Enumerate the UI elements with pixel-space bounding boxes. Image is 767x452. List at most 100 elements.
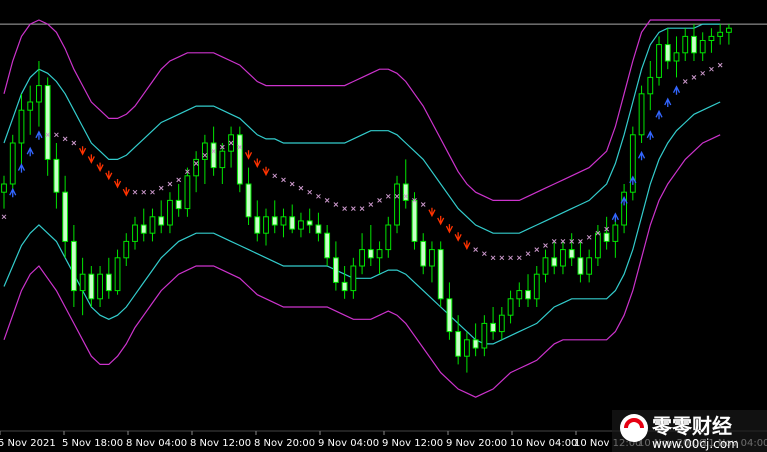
- candle-body: [717, 31, 724, 37]
- candle-body: [27, 101, 34, 111]
- trend-up-arrow-icon: [664, 97, 672, 107]
- candle-body: [350, 265, 357, 292]
- x-tick-label: 8 Nov 20:00: [254, 438, 315, 449]
- x-tick-label: 8 Nov 12:00: [190, 438, 251, 449]
- midline-marker: [420, 202, 426, 207]
- candle-body: [44, 85, 51, 160]
- candle-body: [411, 199, 418, 242]
- candle-body: [376, 249, 383, 259]
- midline-marker: [525, 251, 531, 257]
- candle-body: [725, 27, 732, 33]
- midline-marker: [62, 136, 68, 142]
- trend-down-arrow-icon: [105, 170, 113, 181]
- candle-body: [664, 44, 671, 62]
- candle-body: [123, 240, 130, 259]
- watermark-text: 零零财经: [651, 414, 732, 438]
- midline-marker: [534, 247, 540, 252]
- candle-body: [498, 314, 505, 333]
- candle-body: [367, 249, 374, 259]
- midline-marker: [586, 234, 592, 240]
- candle-body: [219, 150, 226, 169]
- candle-body: [656, 44, 662, 78]
- candle-body: [280, 216, 287, 226]
- candle-body: [1, 183, 7, 193]
- trend-up-arrow-icon: [655, 109, 663, 120]
- candle-body: [315, 224, 322, 234]
- trend-down-arrow-icon: [437, 215, 445, 226]
- candle-body: [210, 142, 217, 169]
- candle-body: [437, 249, 444, 300]
- candle-body: [533, 273, 540, 300]
- candle-body: [9, 142, 16, 185]
- midline-marker: [158, 185, 164, 191]
- midline-marker: [543, 243, 548, 248]
- price-chart[interactable]: 5 Nov 2021 5 Nov 18:00 8 Nov 04:00 8 Nov 12…: [0, 0, 767, 452]
- trend-up-arrow-icon: [611, 212, 619, 222]
- midline-marker: [717, 62, 723, 68]
- trend-down-arrow-icon: [262, 166, 270, 177]
- inner-band-lower: [3, 101, 721, 345]
- midline-marker: [482, 251, 487, 257]
- midline-marker: [691, 75, 697, 80]
- x-tick-label: 10 Nov 04:00: [510, 438, 577, 449]
- midline-marker: [350, 206, 356, 211]
- candle-body: [603, 232, 610, 242]
- chart-canvas[interactable]: 5 Nov 2021 5 Nov 18:00 8 Nov 04:00 8 Nov 12…: [0, 0, 767, 452]
- candle-body: [542, 257, 549, 275]
- candle-body: [97, 273, 103, 300]
- midline-marker: [700, 70, 706, 76]
- candle-body: [70, 240, 77, 292]
- candle-body: [594, 232, 601, 259]
- candle-body: [516, 290, 523, 300]
- midline-marker: [508, 255, 513, 261]
- candle-body: [167, 199, 173, 226]
- trend-up-arrow-icon: [9, 187, 17, 198]
- midline-marker: [54, 132, 59, 138]
- candle-body: [149, 216, 156, 234]
- candle-body: [88, 273, 95, 300]
- candle-body: [341, 281, 348, 292]
- candle-body: [420, 240, 427, 267]
- midline-marker: [368, 202, 374, 207]
- candle-body: [429, 249, 435, 267]
- midline-marker: [141, 189, 147, 195]
- candle-body: [158, 216, 165, 226]
- midline-marker: [281, 177, 286, 183]
- candle-body: [446, 298, 453, 333]
- midline-marker: [324, 198, 330, 203]
- candle-body: [36, 85, 42, 103]
- candle-body: [699, 40, 706, 54]
- candle-body: [481, 322, 488, 349]
- x-tick-label: 9 Nov 20:00: [446, 438, 507, 449]
- candle-body: [385, 224, 392, 251]
- midline-marker: [176, 177, 182, 183]
- x-tick-label: 8 Nov 04:00: [126, 438, 187, 449]
- midline-marker: [709, 66, 714, 72]
- candle-body: [551, 257, 558, 267]
- candle-body: [254, 216, 261, 234]
- midline-marker: [516, 255, 522, 261]
- candle-body: [53, 158, 60, 193]
- candle-body: [263, 216, 269, 234]
- midline-marker: [377, 198, 382, 203]
- candle-body: [175, 199, 182, 210]
- midline-marker: [316, 193, 321, 199]
- trend-down-arrow-icon: [113, 179, 122, 189]
- candle-body: [691, 35, 697, 54]
- trend-up-arrow-icon: [35, 130, 43, 140]
- candle-body: [105, 273, 112, 292]
- candle-body: [586, 257, 593, 275]
- candle-body: [472, 339, 479, 349]
- trend-down-arrow-icon: [79, 146, 87, 156]
- candle-body: [463, 339, 470, 357]
- trend-down-arrow-icon: [253, 158, 261, 168]
- midline-marker: [71, 140, 77, 146]
- midline-marker: [132, 189, 138, 195]
- x-tick-label: 9 Nov 04:00: [318, 438, 379, 449]
- candle-body: [638, 93, 645, 136]
- candle-body: [682, 35, 689, 54]
- candle-body: [560, 249, 566, 267]
- trend-down-arrow-icon: [445, 224, 454, 234]
- candle-body: [236, 134, 243, 185]
- candle-body: [525, 290, 531, 300]
